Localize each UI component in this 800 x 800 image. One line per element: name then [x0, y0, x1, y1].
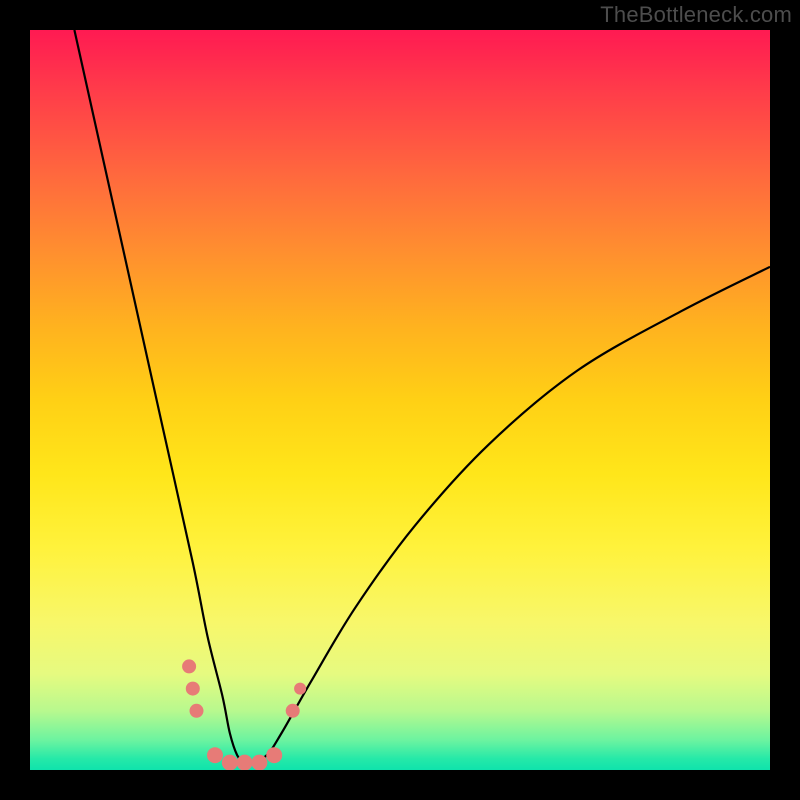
chart-frame: TheBottleneck.com: [0, 0, 800, 800]
data-point-marker: [237, 755, 253, 770]
data-point-marker: [207, 747, 223, 763]
data-point-marker: [186, 682, 200, 696]
attribution-watermark: TheBottleneck.com: [600, 2, 792, 28]
data-point-marker: [222, 755, 238, 770]
data-point-marker: [294, 683, 306, 695]
data-point-marker: [190, 704, 204, 718]
plot-area: [30, 30, 770, 770]
curve-layer: [30, 30, 770, 770]
data-point-marker: [182, 659, 196, 673]
bottleneck-curve: [74, 30, 770, 764]
data-point-marker: [266, 747, 282, 763]
data-point-marker: [251, 755, 267, 770]
data-point-marker: [286, 704, 300, 718]
